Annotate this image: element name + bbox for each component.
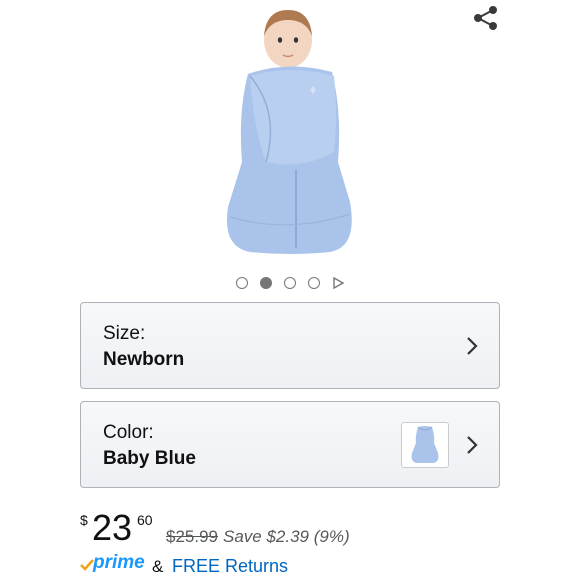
price-currency: $ <box>80 512 88 528</box>
price-block: $ 23 60 $25.99 Save $2.39 (9%) <box>80 508 520 548</box>
color-swatch-thumbnail[interactable] <box>401 422 449 468</box>
price-whole: 23 <box>92 507 133 548</box>
share-button[interactable] <box>470 4 502 32</box>
product-image[interactable] <box>210 2 370 264</box>
size-value: Newborn <box>103 349 185 370</box>
free-returns-link[interactable]: FREE Returns <box>172 556 288 577</box>
carousel-dot-2[interactable] <box>260 277 272 289</box>
share-icon <box>474 6 497 30</box>
price-fraction: 60 <box>137 512 153 528</box>
size-selector[interactable]: Size: Newborn <box>80 302 500 389</box>
size-label: Size: <box>103 323 146 344</box>
carousel-dot-4[interactable] <box>308 277 320 289</box>
chevron-right-icon <box>465 335 479 357</box>
savings-text: Save $2.39 (9%) <box>223 527 350 546</box>
chevron-right-icon <box>465 434 479 456</box>
prime-logo: prime <box>93 552 145 573</box>
carousel-dot-3[interactable] <box>284 277 296 289</box>
list-price: $25.99 <box>166 527 218 546</box>
prime-ampersand: & <box>152 557 164 576</box>
prime-badge-row: prime & FREE Returns <box>80 552 520 578</box>
play-icon[interactable] <box>332 277 344 289</box>
carousel-dot-1[interactable] <box>236 277 248 289</box>
color-value: Baby Blue <box>103 448 196 469</box>
color-selector[interactable]: Color: Baby Blue <box>80 401 500 488</box>
color-label: Color: <box>103 422 154 443</box>
swaddle-baby-image <box>226 10 352 254</box>
prime-check-icon <box>80 558 94 572</box>
carousel-pagination <box>0 277 580 289</box>
